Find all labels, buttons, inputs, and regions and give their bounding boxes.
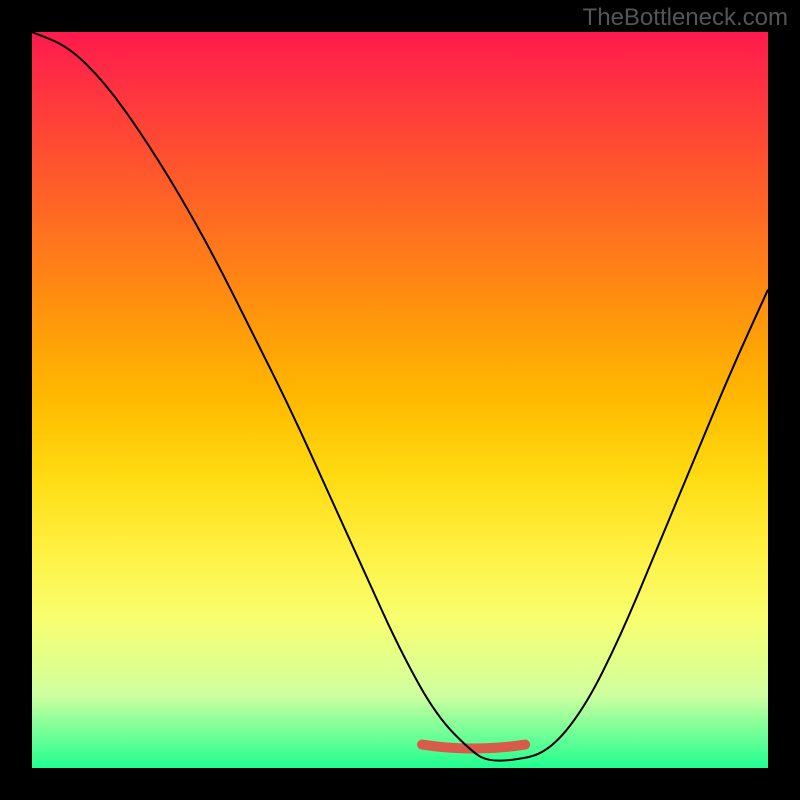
bottleneck-curve bbox=[32, 32, 768, 761]
chart-svg bbox=[32, 32, 768, 768]
plot-area bbox=[32, 32, 768, 768]
watermark-text: TheBottleneck.com bbox=[583, 4, 788, 32]
highlight-segment bbox=[422, 745, 525, 749]
